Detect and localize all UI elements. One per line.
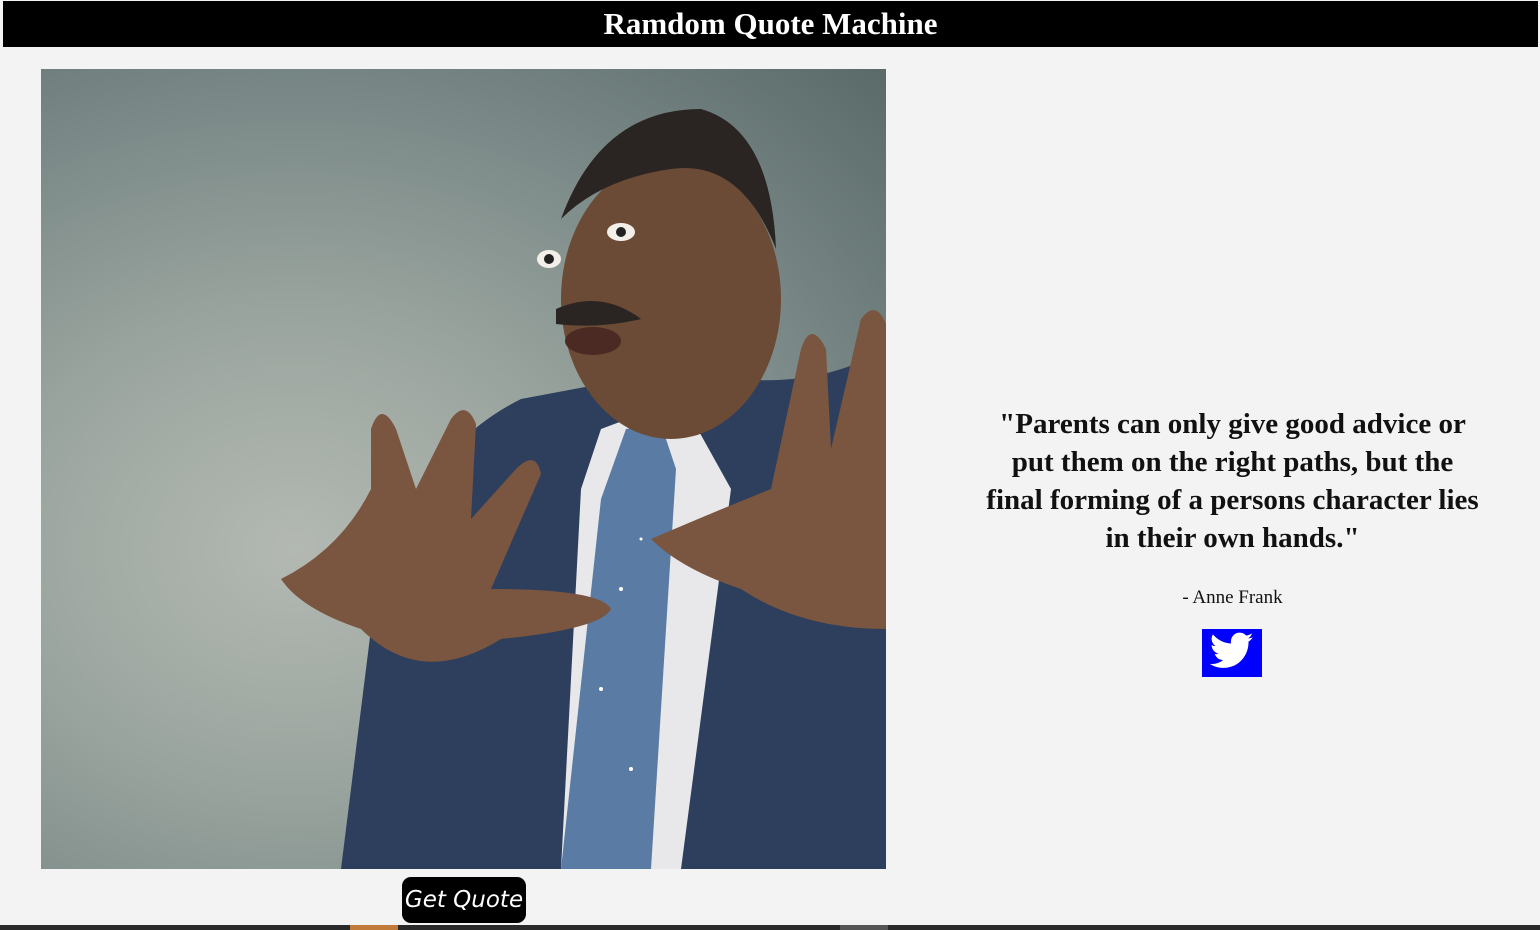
page-header: Ramdom Quote Machine xyxy=(3,1,1538,47)
quote-author: - Anne Frank xyxy=(1182,587,1283,608)
bottom-bar-segment xyxy=(350,925,398,930)
get-quote-button[interactable]: Get Quote xyxy=(402,877,526,923)
twitter-icon xyxy=(1209,632,1254,675)
bottom-bar-segment xyxy=(840,925,888,930)
tweet-button[interactable] xyxy=(1202,629,1262,677)
bottom-bar xyxy=(0,925,1540,930)
page-title: Ramdom Quote Machine xyxy=(603,6,938,41)
portrait-image xyxy=(41,69,886,869)
quote-panel: "Parents can only give good advice or pu… xyxy=(975,405,1490,609)
quote-text: "Parents can only give good advice or pu… xyxy=(986,408,1479,554)
